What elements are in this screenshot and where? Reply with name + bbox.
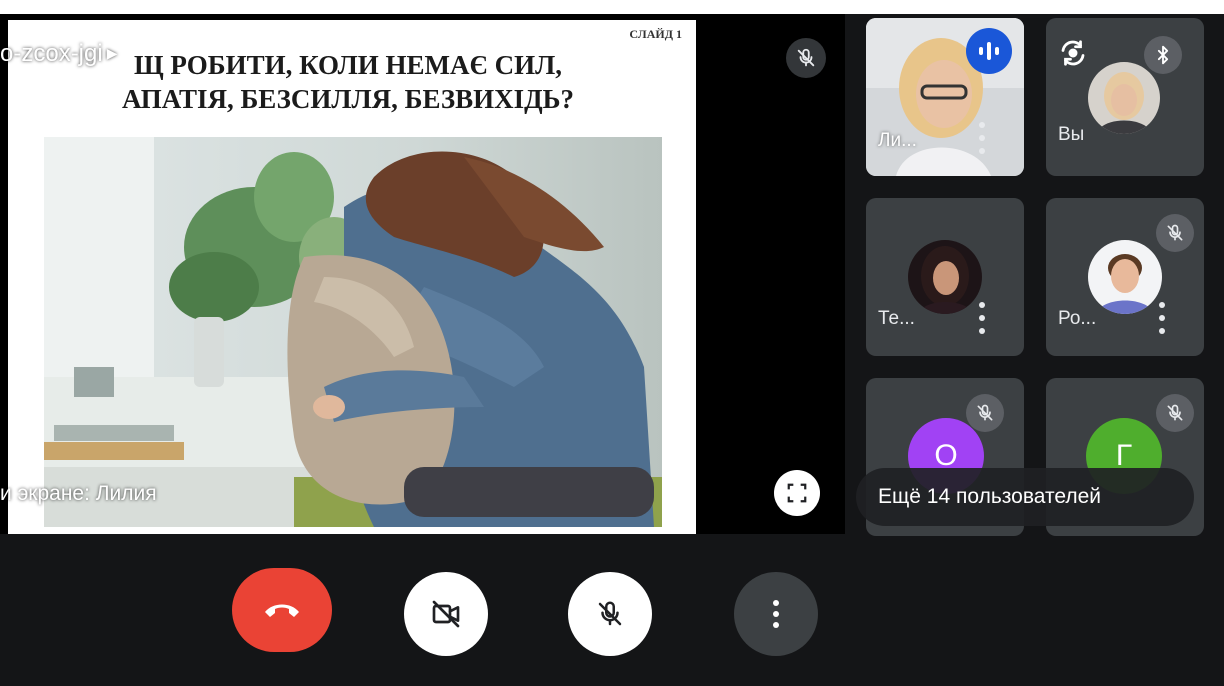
camera-off-icon [432, 600, 460, 628]
more-participants-button[interactable]: Ещё 14 пользователей [856, 468, 1194, 526]
slide-photo [44, 137, 662, 527]
participant-name: Ли... [878, 130, 917, 151]
audio-level-icon [966, 28, 1012, 74]
participant-tile-lilia[interactable]: Ли... [866, 18, 1024, 176]
participant-name: Те... [878, 308, 915, 329]
shared-slide: СЛАЙД 1 Щ РОБИТИ, КОЛИ НЕМАЄ СИЛ, АПАТІЯ… [8, 20, 696, 534]
presentation-area[interactable]: СЛАЙД 1 Щ РОБИТИ, КОЛИ НЕМАЄ СИЛ, АПАТІЯ… [0, 14, 845, 534]
participant-name: Вы [1058, 124, 1085, 145]
hangup-button[interactable] [232, 568, 332, 652]
slide-number: СЛАЙД 1 [629, 27, 682, 41]
presenter-caption: и экране: Лилия [0, 482, 157, 505]
mic-off-icon [966, 394, 1004, 432]
sad-woman-photo [44, 137, 662, 527]
participant-name: Ро... [1058, 308, 1097, 329]
more-options-button[interactable] [734, 572, 818, 656]
meeting-code[interactable]: o-zcox-jgi ▶ [0, 40, 117, 68]
camera-toggle-button[interactable] [404, 572, 488, 656]
more-vert-icon[interactable] [1158, 302, 1166, 334]
mic-off-icon [1156, 214, 1194, 252]
camera-rotate-icon[interactable] [1056, 36, 1090, 70]
bluetooth-icon[interactable] [1144, 36, 1182, 74]
participant-tile-te[interactable]: Те... [866, 198, 1024, 356]
avatar [1088, 62, 1160, 134]
phone-hangup-icon [265, 604, 299, 617]
avatar [908, 240, 982, 314]
meeting-window: СЛАЙД 1 Щ РОБИТИ, КОЛИ НЕМАЄ СИЛ, АПАТІЯ… [0, 14, 1224, 686]
mic-off-icon [1156, 394, 1194, 432]
more-participants-label: Ещё 14 пользователей [878, 485, 1102, 508]
mic-toggle-button[interactable] [568, 572, 652, 656]
presentation-mic-off-icon [786, 38, 826, 78]
more-vert-icon[interactable] [978, 122, 986, 154]
meeting-code-text: o-zcox-jgi [0, 40, 103, 67]
participant-tile-ro[interactable]: Ро... [1046, 198, 1204, 356]
slide-title-line-2: АПАТІЯ, БЕЗСИЛЛЯ, БЕЗВИХІДЬ? [121, 84, 575, 114]
chevron-right-icon: ▶ [106, 45, 118, 61]
more-vert-icon [772, 600, 780, 628]
mic-off-icon [598, 601, 622, 626]
participant-tile-self[interactable]: Вы [1046, 18, 1204, 176]
avatar [1088, 240, 1162, 314]
fullscreen-button[interactable] [774, 470, 820, 516]
fullscreen-icon [787, 483, 807, 503]
more-vert-icon[interactable] [978, 302, 986, 334]
